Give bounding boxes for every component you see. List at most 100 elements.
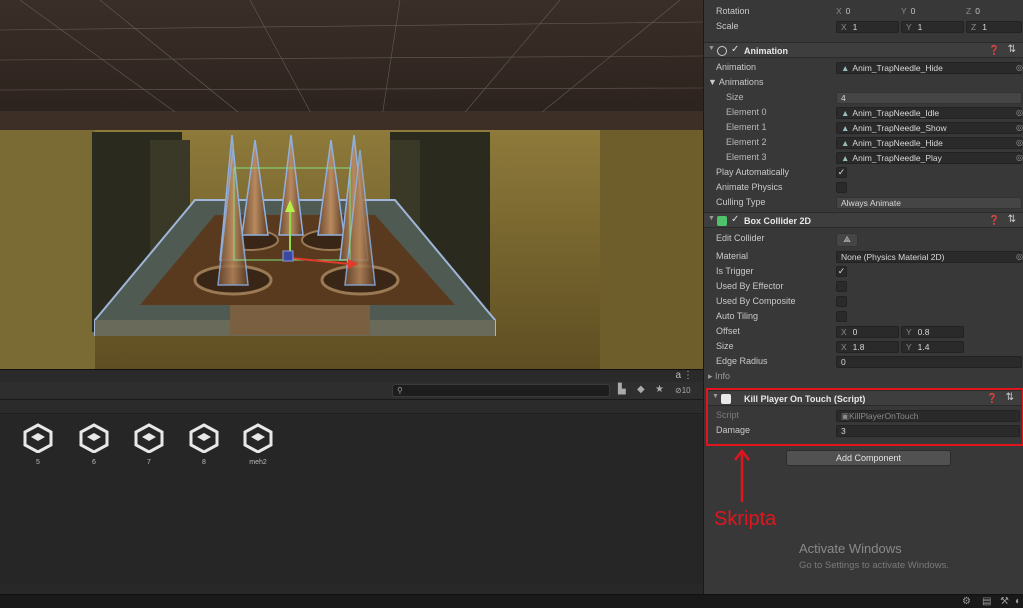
status-bar: ⚙ ▤ ⚒ ◐ — [0, 594, 1023, 608]
breadcrumb — [0, 400, 703, 414]
used-by-effector-row: Used By Effector — [704, 280, 1023, 294]
annotation-arrow-up-icon — [734, 448, 750, 502]
animate-physics-checkbox[interactable] — [836, 182, 847, 193]
animation-component-icon — [717, 46, 727, 56]
foldout-arrow-icon[interactable]: ▼ — [708, 215, 715, 222]
component-settings-icon[interactable]: ⇅ — [1008, 214, 1016, 225]
component-enabled-checkbox[interactable]: ✓ — [731, 44, 739, 55]
asset-item[interactable]: 8 — [176, 423, 232, 483]
scale-row: Scale X1 Y1 Z1 — [704, 20, 1023, 34]
animations-size-field[interactable]: 4 — [836, 92, 1022, 104]
help-icon[interactable]: ❓ — [989, 45, 1000, 56]
physics-material-field[interactable]: None (Physics Material 2D) — [836, 251, 1022, 263]
auto-tiling-checkbox[interactable] — [836, 311, 847, 322]
add-component-button[interactable]: Add Component — [786, 450, 951, 466]
project-search-input[interactable]: ⚲ — [392, 384, 610, 397]
play-automatically-row: Play Automatically ✓ — [716, 167, 847, 178]
account-icon[interactable]: ◐ — [1015, 596, 1021, 607]
unity-prefab-icon — [189, 423, 219, 453]
is-trigger-checkbox[interactable]: ✓ — [836, 266, 847, 277]
more-menu-icon[interactable]: ⋮ — [683, 370, 693, 381]
lock-icon[interactable]: a — [675, 370, 681, 381]
object-picker-icon[interactable]: ◎ — [1016, 252, 1023, 261]
animation-row: Animation ▲ Anim_TrapNeedle_Hide ◎ — [716, 62, 1023, 74]
asset-item[interactable]: meh2 — [230, 423, 286, 483]
size-x-field[interactable]: X 1.8 — [836, 341, 899, 353]
animation-element-row: Element 3 ▲ Anim_TrapNeedle_Play ◎ — [726, 152, 1023, 164]
animation-element-field[interactable]: ▲ Anim_TrapNeedle_Hide — [836, 137, 1022, 149]
filter-type-icon[interactable]: ▙ — [618, 384, 626, 395]
hidden-packages-count[interactable]: ⊘10 — [675, 386, 691, 395]
size-y-field[interactable]: Y 1.4 — [901, 341, 964, 353]
asset-item[interactable]: 5 — [10, 423, 66, 483]
unity-prefab-icon — [134, 423, 164, 453]
favorite-star-icon[interactable]: ★ — [655, 384, 664, 395]
animation-element-row: Element 1 ▲ Anim_TrapNeedle_Show ◎ — [726, 122, 1023, 134]
animation-element-field[interactable]: ▲ Anim_TrapNeedle_Show — [836, 122, 1022, 134]
search-icon: ⚲ — [397, 386, 403, 395]
object-picker-icon[interactable]: ◎ — [1016, 123, 1023, 132]
culling-type-dropdown[interactable]: Always Animate — [836, 197, 1022, 209]
edge-radius-field[interactable]: 0 — [836, 356, 1022, 368]
rotation-row: Rotation X0 Y0 Z0 — [716, 6, 980, 16]
rotation-z-field[interactable]: Z0 — [966, 6, 980, 16]
foldout-arrow-icon[interactable]: ▼ — [708, 45, 715, 52]
edit-collider-button[interactable]: ⟁ — [836, 233, 858, 247]
info-foldout-row[interactable]: ▸ Info — [704, 370, 1023, 384]
animation-component-header[interactable]: ▼ ✓ Animation ❓ ⇅ — [704, 42, 1023, 58]
scene-view[interactable] — [0, 0, 703, 369]
used-by-effector-checkbox[interactable] — [836, 281, 847, 292]
used-by-composite-row: Used By Composite — [704, 295, 1023, 309]
debug-icon[interactable]: ⚒ — [1000, 596, 1009, 607]
object-picker-icon[interactable]: ◎ — [1016, 108, 1023, 117]
auto-tiling-row: Auto Tiling — [704, 310, 1023, 324]
project-toolbar: ⚲ ▙ ◆ ★ ⊘10 — [0, 382, 703, 400]
offset-row: Offset X0 Y 0.8 — [704, 325, 1023, 339]
scale-x-field[interactable]: X1 — [836, 21, 899, 33]
foldout-arrow-icon[interactable]: ▼ — [708, 77, 719, 87]
animate-physics-row: Animate Physics — [704, 181, 1023, 195]
collab-icon[interactable]: ⚙ — [962, 596, 971, 607]
unity-prefab-icon — [23, 423, 53, 453]
help-icon[interactable]: ❓ — [989, 215, 1000, 226]
animation-element-row: Element 0 ▲ Anim_TrapNeedle_Idle ◎ — [726, 107, 1023, 119]
project-panel: a ⋮ ⚲ ▙ ◆ ★ ⊘10 5 6 7 8 meh2 — [0, 369, 703, 594]
animation-clip-field[interactable]: ▲ Anim_TrapNeedle_Hide — [836, 62, 1022, 74]
animation-element-field[interactable]: ▲ Anim_TrapNeedle_Idle — [836, 107, 1022, 119]
scene-render — [0, 0, 703, 369]
unity-prefab-icon — [79, 423, 109, 453]
scale-z-field[interactable]: Z1 — [966, 21, 1022, 33]
size-row: Size X 1.8 Y 1.4 — [704, 340, 1023, 354]
scale-y-field[interactable]: Y1 — [901, 21, 964, 33]
unity-prefab-icon — [243, 423, 273, 453]
offset-x-field[interactable]: X0 — [836, 326, 899, 338]
asset-item[interactable]: 7 — [121, 423, 177, 483]
asset-item[interactable]: 6 — [66, 423, 122, 483]
eye-slash-icon: ⊘ — [675, 386, 682, 395]
animations-foldout-row[interactable]: ▼ Animations — [704, 76, 1023, 90]
annotation-label: Skripta — [714, 508, 777, 530]
rotation-y-field[interactable]: Y0 — [901, 6, 915, 16]
play-automatically-checkbox[interactable]: ✓ — [836, 167, 847, 178]
layers-icon[interactable]: ▤ — [982, 596, 991, 607]
object-picker-icon[interactable]: ◎ — [1016, 153, 1023, 162]
rotation-x-field[interactable]: X0 — [836, 6, 850, 16]
activate-windows-watermark-subtitle: Go to Settings to activate Windows. — [799, 560, 949, 571]
annotation-highlight-box — [706, 388, 1023, 446]
filter-label-icon[interactable]: ◆ — [637, 384, 645, 395]
object-picker-icon[interactable]: ◎ — [1016, 63, 1023, 72]
component-settings-icon[interactable]: ⇅ — [1008, 44, 1016, 55]
used-by-composite-checkbox[interactable] — [836, 296, 847, 307]
animations-size-row: Size 4 — [704, 91, 1023, 105]
component-enabled-checkbox[interactable]: ✓ — [731, 214, 739, 225]
offset-y-field[interactable]: Y 0.8 — [901, 326, 964, 338]
box-collider-component-header[interactable]: ▼ ✓ Box Collider 2D ❓ ⇅ — [704, 212, 1023, 228]
animation-element-row: Element 2 ▲ Anim_TrapNeedle_Hide ◎ — [726, 137, 1023, 149]
asset-grid: 5 6 7 8 meh2 — [0, 415, 703, 585]
material-row: Material None (Physics Material 2D) ◎ — [716, 251, 1023, 263]
foldout-arrow-icon[interactable]: ▸ — [708, 371, 715, 381]
edge-radius-row: Edge Radius 0 — [704, 355, 1023, 369]
object-picker-icon[interactable]: ◎ — [1016, 138, 1023, 147]
animation-element-field[interactable]: ▲ Anim_TrapNeedle_Play — [836, 152, 1022, 164]
culling-type-row: Culling Type Always Animate — [704, 196, 1023, 210]
